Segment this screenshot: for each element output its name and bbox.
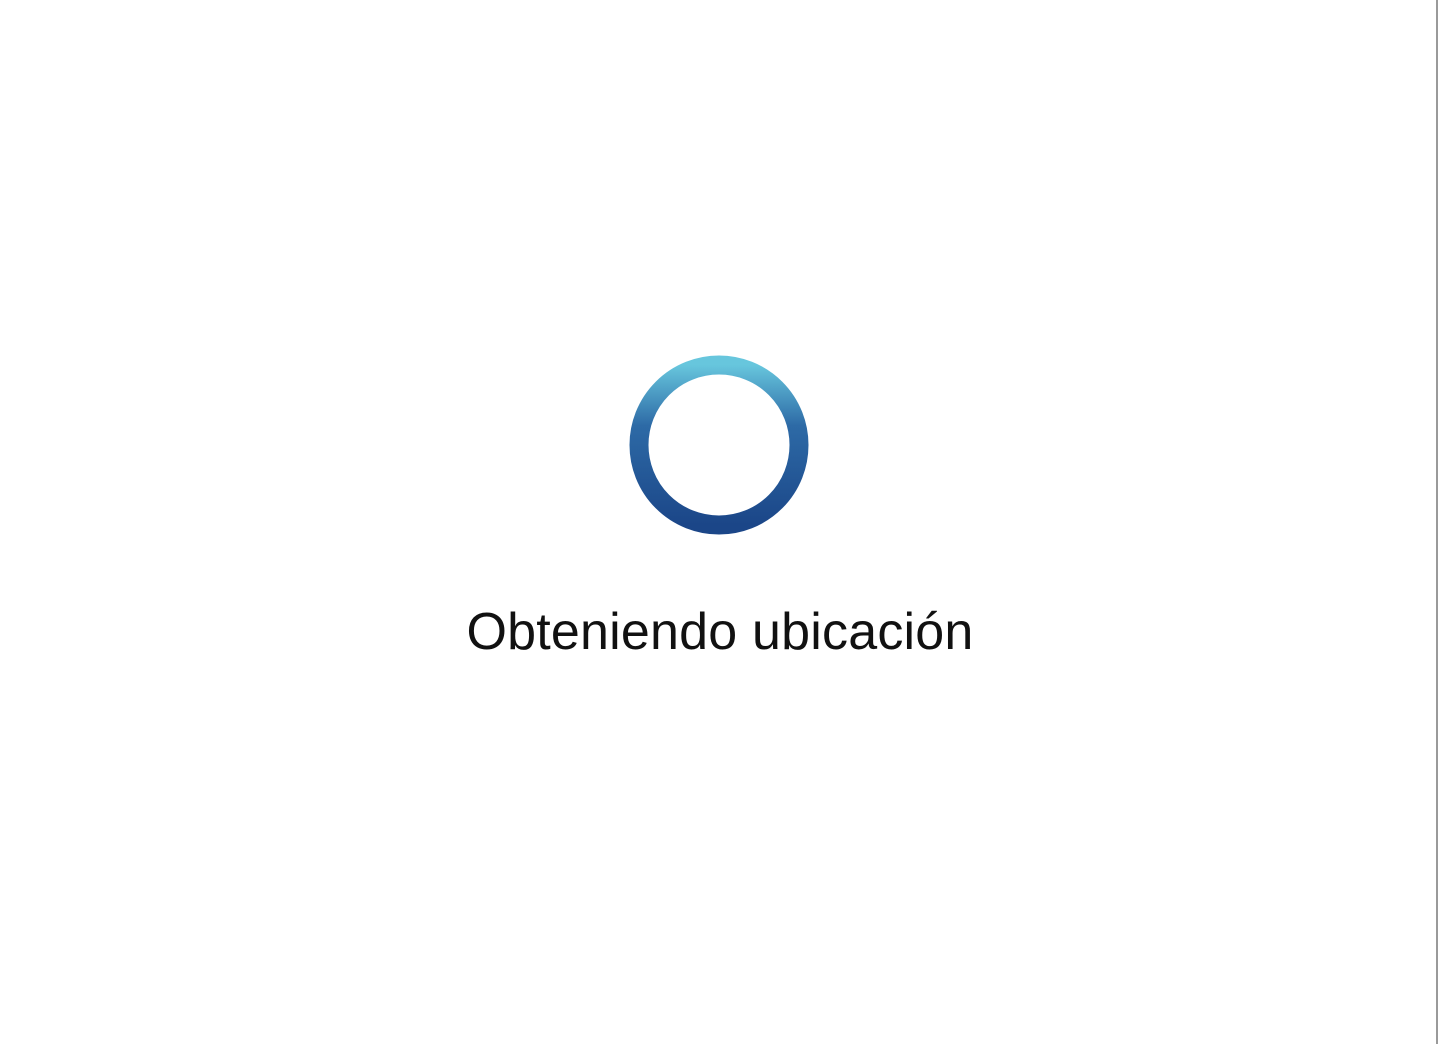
window-right-edge xyxy=(1436,0,1438,1044)
loading-ring-icon xyxy=(629,355,809,535)
loading-status-text: Obteniendo ubicación xyxy=(466,603,974,661)
loading-ring xyxy=(629,355,809,535)
loading-screen: Obteniendo ubicación xyxy=(0,0,1440,1044)
